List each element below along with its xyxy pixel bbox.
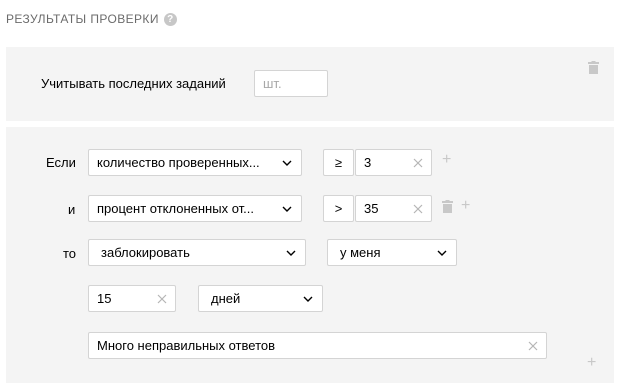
section-header: РЕЗУЛЬТАТЫ ПРОВЕРКИ ? bbox=[6, 12, 177, 26]
rules-panel: Если количество проверенных... ≥ 3 + и п… bbox=[6, 127, 614, 383]
action-scope-select[interactable]: у меня bbox=[327, 239, 457, 266]
and-label: и bbox=[68, 202, 76, 217]
duration-input[interactable]: 15 bbox=[88, 285, 176, 312]
plus-icon[interactable]: + bbox=[587, 355, 596, 371]
condition1-field-value: количество проверенных... bbox=[97, 155, 260, 170]
last-tasks-panel: Учитывать последних заданий шт. bbox=[6, 47, 614, 121]
condition1-value: 3 bbox=[364, 155, 372, 170]
section-title: РЕЗУЛЬТАТЫ ПРОВЕРКИ bbox=[6, 12, 159, 26]
chevron-down-icon bbox=[282, 160, 292, 166]
duration-unit-value: дней bbox=[211, 291, 241, 306]
chevron-down-icon bbox=[286, 250, 296, 256]
reason-value: Много неправильных ответов bbox=[97, 338, 276, 353]
reason-input[interactable]: Много неправильных ответов bbox=[88, 332, 547, 359]
trash-icon[interactable] bbox=[442, 200, 453, 213]
plus-icon[interactable]: + bbox=[461, 198, 470, 214]
condition2-field-select[interactable]: процент отклоненных от... bbox=[88, 195, 302, 222]
chevron-down-icon bbox=[282, 206, 292, 212]
close-icon[interactable] bbox=[413, 158, 423, 168]
duration-value: 15 bbox=[97, 291, 112, 306]
help-icon[interactable]: ? bbox=[163, 12, 177, 26]
condition1-field-select[interactable]: количество проверенных... bbox=[88, 149, 302, 176]
last-tasks-placeholder: шт. bbox=[263, 76, 282, 91]
action-select[interactable]: заблокировать bbox=[88, 239, 306, 266]
duration-unit-select[interactable]: дней bbox=[198, 285, 323, 312]
action-value: заблокировать bbox=[101, 245, 190, 260]
close-icon[interactable] bbox=[157, 294, 167, 304]
trash-icon[interactable] bbox=[588, 61, 599, 74]
action-scope-value: у меня bbox=[340, 245, 381, 260]
condition2-value: 35 bbox=[364, 201, 379, 216]
plus-icon[interactable]: + bbox=[442, 152, 451, 168]
then-label: то bbox=[63, 246, 77, 261]
last-tasks-input[interactable]: шт. bbox=[254, 70, 328, 97]
condition1-operator: ≥ bbox=[334, 155, 343, 170]
condition2-field-value: процент отклоненных от... bbox=[97, 201, 254, 216]
chevron-down-icon bbox=[437, 250, 447, 256]
close-icon[interactable] bbox=[528, 341, 538, 351]
if-label: Если bbox=[46, 155, 76, 170]
condition2-value-input[interactable]: 35 bbox=[355, 195, 432, 222]
condition1-operator-select[interactable]: ≥ bbox=[323, 149, 354, 176]
chevron-down-icon bbox=[303, 296, 313, 302]
last-tasks-label: Учитывать последних заданий bbox=[41, 76, 226, 91]
condition1-value-input[interactable]: 3 bbox=[355, 149, 432, 176]
condition2-operator: > bbox=[334, 201, 343, 216]
close-icon[interactable] bbox=[413, 204, 423, 214]
condition2-operator-select[interactable]: > bbox=[323, 195, 354, 222]
